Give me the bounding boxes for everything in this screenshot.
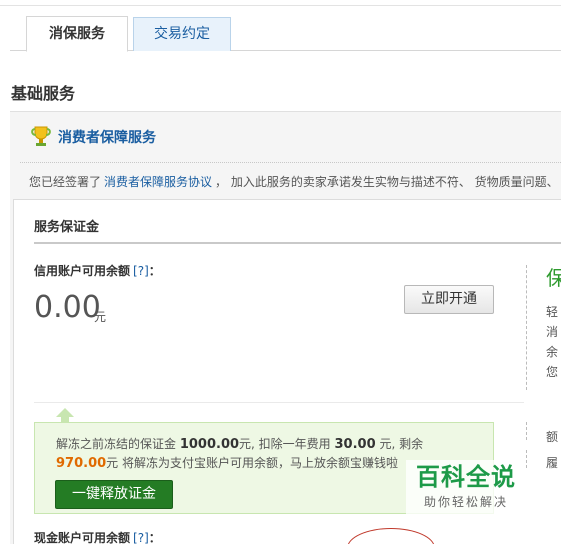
cash-label-colon: ：: [148, 531, 161, 544]
tab-trade-agreement[interactable]: 交易约定: [133, 17, 231, 51]
right-line: 余: [546, 345, 559, 359]
cash-label-text: 现金账户可用余额: [34, 531, 131, 544]
credit-help-link[interactable]: [?]: [133, 264, 149, 278]
right-column-text: 轻 消 余 您: [546, 302, 558, 382]
right-heading: 保: [546, 266, 561, 290]
agreement-link[interactable]: 消费者保障服务协议: [104, 175, 212, 189]
right-line: 轻: [546, 305, 559, 319]
tab-consumer-protection[interactable]: 消保服务: [26, 16, 128, 52]
divider: [526, 265, 527, 390]
remaining-amount: 970.00: [56, 456, 107, 471]
right-line: 额: [546, 430, 559, 444]
release-deposit-button[interactable]: 一键释放证金: [55, 480, 173, 509]
release-text-part: 元, 扣除一年费用: [239, 437, 335, 451]
right-line: 消: [546, 325, 559, 339]
open-now-button[interactable]: 立即开通: [404, 285, 494, 314]
right-line: 您: [546, 365, 559, 379]
divider: [526, 450, 527, 468]
release-text-part: 元, 剩余: [375, 437, 424, 451]
service-name: 消费者保障服务: [58, 130, 156, 146]
watermark-subtitle: 助你轻松解决: [423, 495, 508, 509]
trophy-icon: [30, 124, 52, 151]
divider: [20, 162, 561, 163]
cash-balance-label: 现金账户可用余额 [?]：: [34, 529, 161, 544]
release-text-part: 解冻之前冻结的保证金: [56, 437, 180, 451]
credit-balance-label: 信用账户可用余额 [?]：: [34, 262, 161, 279]
watermark-logo: 百科全说 助你轻松解决: [406, 460, 526, 518]
agreement-line: 您已经签署了 消费者保障服务协议， 加入此服务的卖家承诺发生实物与描述不符、 货物…: [29, 173, 559, 190]
cash-help-link[interactable]: [?]: [133, 531, 149, 544]
amount-unit: 元: [94, 310, 107, 324]
release-text-part: 元 将解冻为支付宝账户可用余额，马上放余额宝赚钱啦: [106, 456, 398, 470]
divider: [526, 422, 527, 440]
tab-bar: 消保服务 交易约定: [10, 16, 561, 52]
watermark-title: 百科全说: [416, 463, 516, 491]
agreement-suffix: ， 加入此服务的卖家承诺发生实物与描述不符、 货物质量问题、: [215, 175, 559, 189]
divider: [34, 242, 561, 244]
divider: [34, 402, 524, 403]
deposit-title: 服务保证金: [34, 220, 100, 235]
top-border: [0, 0, 561, 6]
credit-label-colon: ：: [148, 264, 161, 278]
service-header: 消费者保障服务: [30, 122, 156, 152]
section-title: 基础服务: [11, 84, 76, 103]
annual-fee: 30.00: [334, 437, 376, 452]
credit-label-text: 信用账户可用余额: [34, 264, 131, 278]
frozen-amount: 1000.00: [179, 437, 240, 452]
agreement-prefix: 您已经签署了: [29, 175, 102, 189]
credit-balance-amount: 0.00: [34, 290, 101, 325]
right-column-lower: 额 履: [546, 424, 558, 476]
right-line: 履: [546, 456, 559, 470]
